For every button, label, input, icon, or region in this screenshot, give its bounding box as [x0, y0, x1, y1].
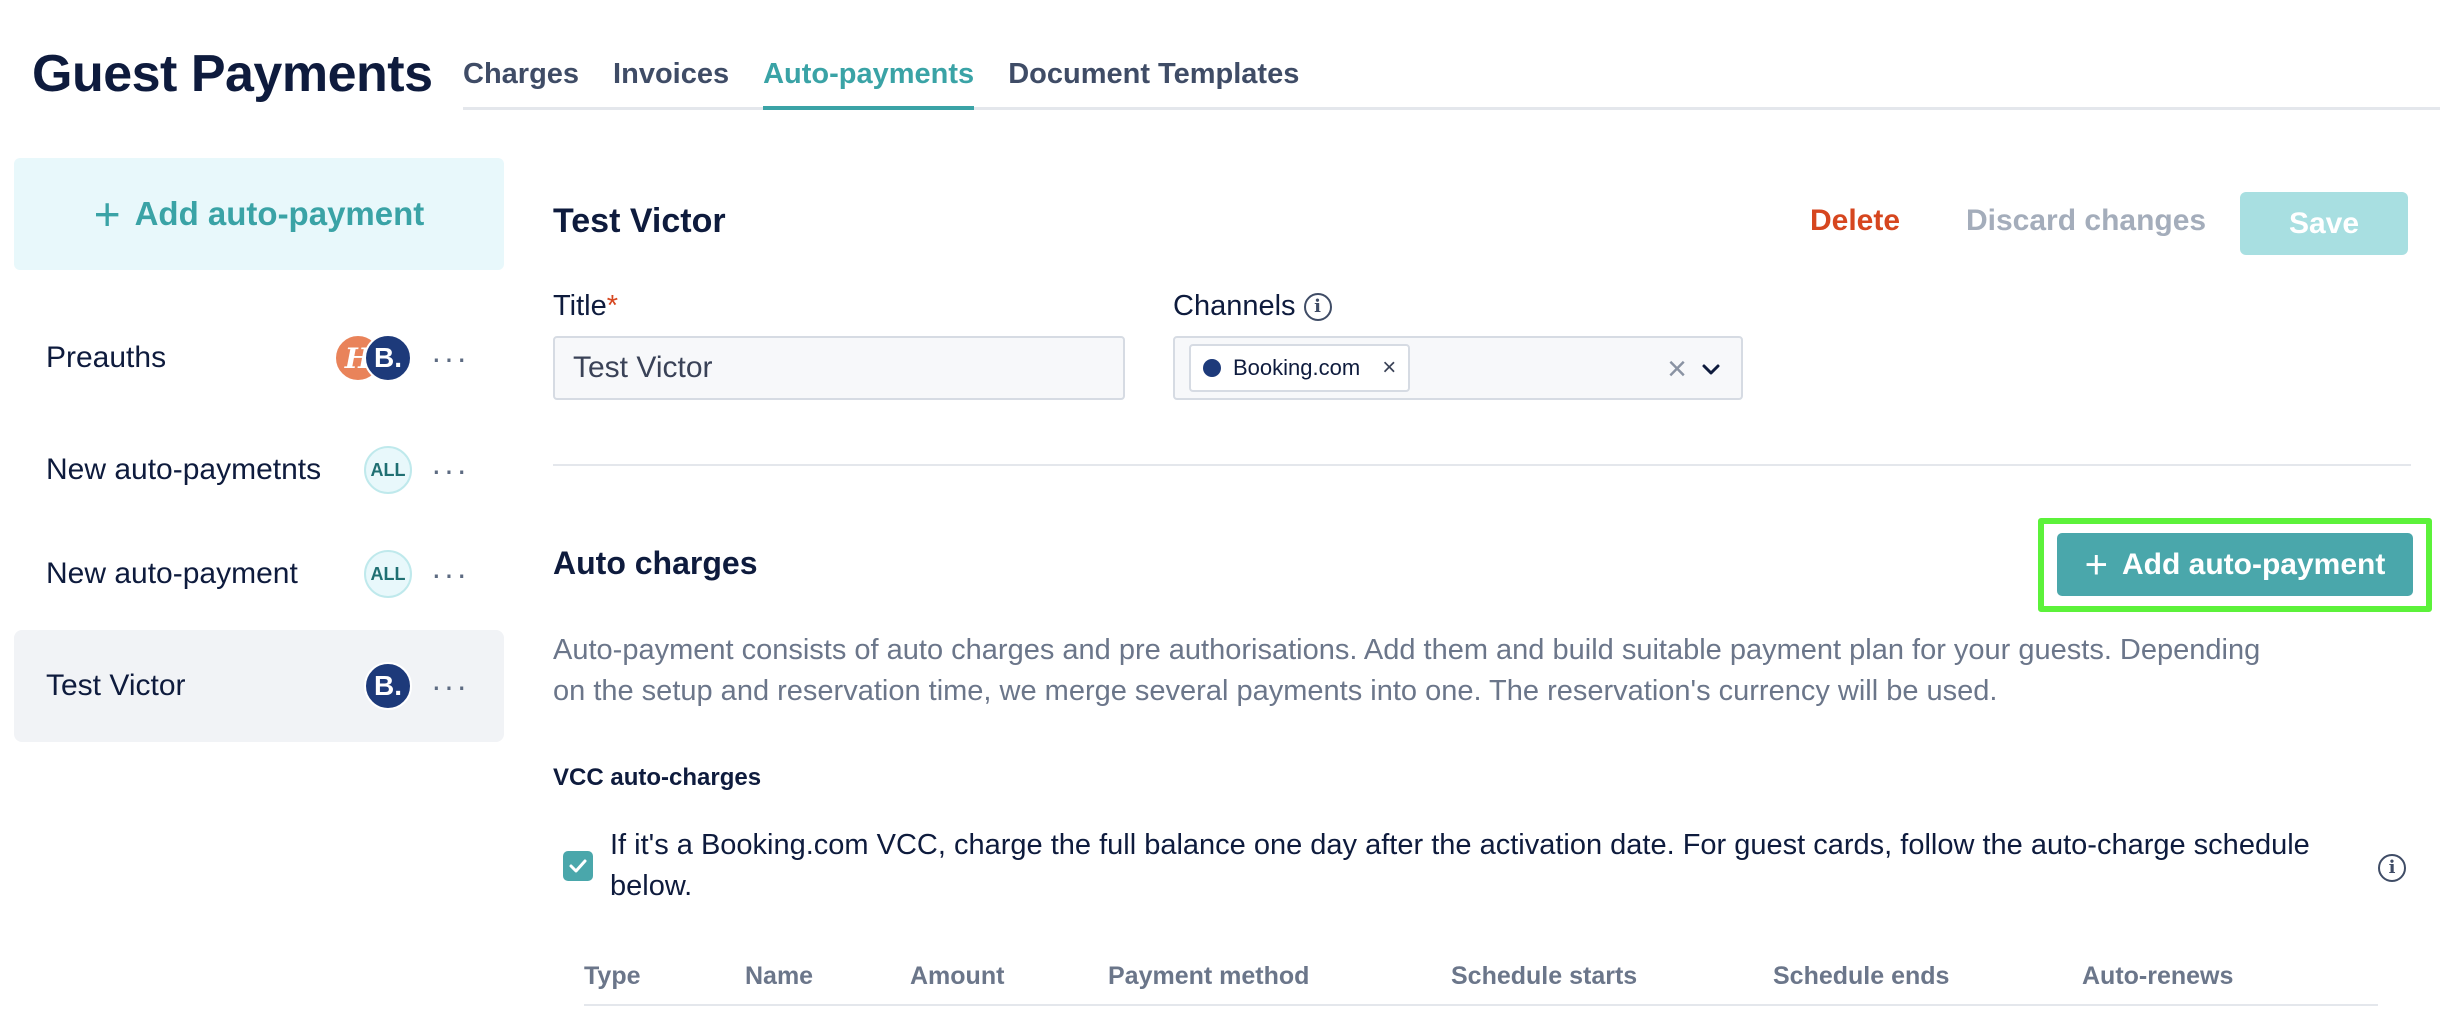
tab-document-templates[interactable]: Document Templates	[1008, 40, 1299, 110]
channel-badges: H B.	[334, 334, 412, 382]
sidebar-add-auto-payment-button[interactable]: + Add auto-payment	[14, 158, 504, 270]
sidebar-item-preauths[interactable]: Preauths H B. ···	[14, 302, 504, 414]
column-header-schedule-starts: Schedule starts	[1451, 962, 1638, 990]
channel-chip-label: Booking.com	[1233, 355, 1361, 380]
sidebar-add-label: Add auto-payment	[134, 195, 425, 232]
booking-channel-badge: B.	[364, 334, 412, 382]
auto-charges-table-header: Type Name Amount Payment method Schedule…	[584, 960, 2378, 1006]
more-options-icon[interactable]: ···	[430, 670, 470, 702]
sidebar-item-new-auto-paymetnts[interactable]: New auto-paymetnts ALL ···	[14, 414, 504, 526]
sidebar-item-new-auto-payment[interactable]: New auto-payment ALL ···	[14, 518, 504, 630]
chevron-down-icon[interactable]	[1699, 358, 1723, 382]
plus-icon: +	[93, 188, 121, 240]
delete-button[interactable]: Delete	[1810, 204, 1900, 238]
tab-invoices[interactable]: Invoices	[613, 40, 729, 110]
clear-selection-icon[interactable]: ×	[1667, 350, 1687, 389]
column-header-schedule-ends: Schedule ends	[1773, 962, 1950, 990]
tab-auto-payments[interactable]: Auto-payments	[763, 40, 975, 110]
sidebar-item-label: Preauths	[46, 341, 167, 374]
required-mark: *	[606, 290, 619, 322]
checkmark-icon	[569, 859, 587, 873]
auto-charges-description: Auto-payment consists of auto charges an…	[553, 634, 2261, 707]
all-channels-badge: ALL	[364, 446, 412, 494]
title-field-label: Title*	[553, 290, 618, 323]
sidebar-item-label: New auto-paymetnts	[46, 453, 322, 486]
channel-badges: ALL	[364, 550, 412, 598]
column-header-auto-renews: Auto-renews	[2082, 962, 2234, 990]
plus-icon: +	[2084, 542, 2108, 587]
column-header-payment-method: Payment method	[1108, 962, 1310, 990]
sidebar-item-label: Test Victor	[46, 669, 186, 702]
channel-badges: ALL	[364, 446, 412, 494]
add-auto-payment-button[interactable]: + Add auto-payment	[2057, 533, 2413, 596]
detail-title: Test Victor	[553, 202, 726, 240]
vcc-checkbox-label: If it's a Booking.com VCC, charge the fu…	[610, 829, 2310, 902]
column-header-name: Name	[745, 962, 814, 990]
sidebar-item-test-victor[interactable]: Test Victor B. ···	[14, 630, 504, 742]
channels-select[interactable]: Booking.com × ×	[1173, 336, 1743, 400]
channels-field-label: Channels i	[1173, 290, 1332, 323]
vcc-checkbox[interactable]	[563, 851, 593, 881]
auto-charges-title: Auto charges	[553, 545, 758, 581]
channel-badges: B.	[364, 662, 412, 710]
info-icon[interactable]: i	[2378, 854, 2406, 882]
discard-changes-button[interactable]: Discard changes	[1966, 204, 2206, 238]
info-icon[interactable]: i	[1303, 293, 1332, 322]
booking-dot-icon	[1203, 359, 1221, 377]
channels-label-text: Channels	[1173, 290, 1296, 322]
sidebar-item-label: New auto-payment	[46, 557, 298, 590]
tab-charges[interactable]: Charges	[463, 40, 579, 110]
save-button[interactable]: Save	[2240, 192, 2408, 255]
section-divider	[553, 464, 2411, 466]
column-header-type: Type	[584, 962, 641, 990]
more-options-icon[interactable]: ···	[430, 454, 470, 486]
remove-chip-icon[interactable]: ×	[1382, 354, 1396, 382]
vcc-auto-charges-title: VCC auto-charges	[553, 764, 762, 791]
more-options-icon[interactable]: ···	[430, 342, 470, 374]
title-input[interactable]: Test Victor	[553, 336, 1125, 400]
all-channels-badge: ALL	[364, 550, 412, 598]
column-header-amount: Amount	[910, 962, 1005, 990]
add-auto-payment-label: Add auto-payment	[2122, 547, 2386, 581]
more-options-icon[interactable]: ···	[430, 558, 470, 590]
tab-bar: Charges Invoices Auto-payments Document …	[463, 40, 2440, 110]
channel-chip-booking: Booking.com ×	[1189, 344, 1411, 392]
page-title: Guest Payments	[32, 45, 433, 103]
title-label-text: Title	[553, 290, 607, 322]
booking-channel-badge: B.	[364, 662, 412, 710]
